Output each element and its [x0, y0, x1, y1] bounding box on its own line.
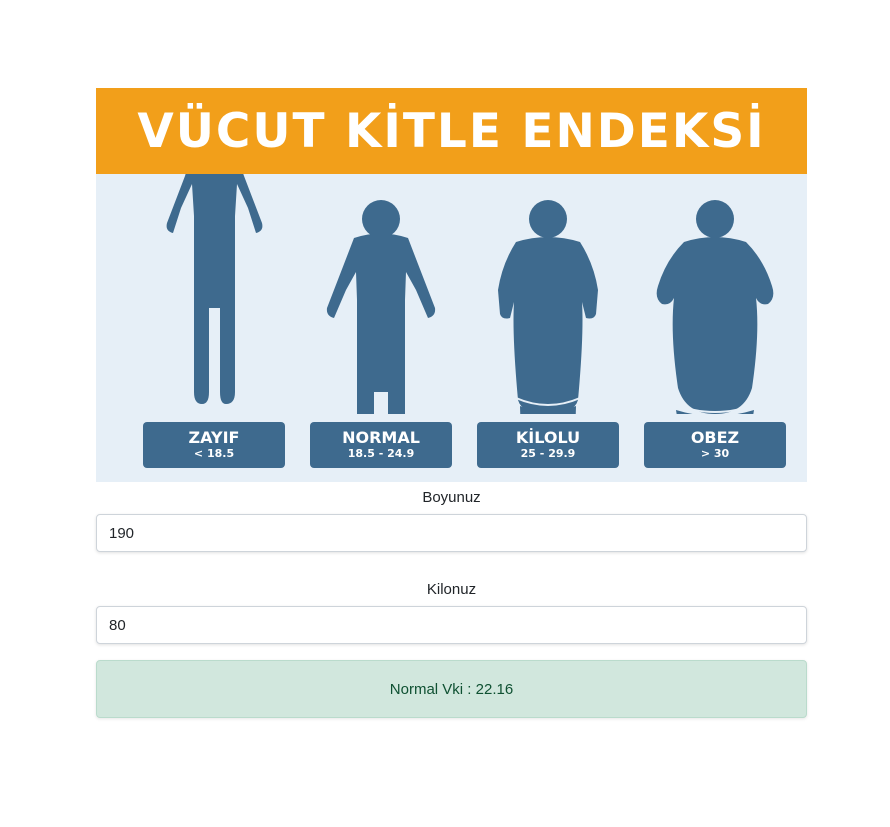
bmi-result-alert: Normal Vki : 22.16: [96, 660, 807, 718]
height-label: Boyunuz: [422, 489, 481, 506]
bmi-result-text: Normal Vki : 22.16: [389, 680, 514, 698]
weight-label: Kilonuz: [426, 581, 477, 598]
normal-figure-icon: [326, 200, 436, 414]
category-name: OBEZ: [690, 428, 740, 447]
category-name: ZAYIF: [188, 428, 240, 447]
bmi-app: VÜCUT KİTLE ENDEKSİ ZAYIF < 18.5 NORMAL …: [96, 88, 807, 718]
overweight-figure-icon: [498, 200, 598, 414]
category-name: NORMAL: [342, 428, 420, 447]
thin-figure-icon: [166, 174, 263, 404]
category-badge-overweight: KİLOLU 25 - 29.9: [477, 422, 619, 468]
category-badge-underweight: ZAYIF < 18.5: [143, 422, 285, 468]
bmi-banner-image: VÜCUT KİTLE ENDEKSİ ZAYIF < 18.5 NORMAL …: [96, 88, 807, 482]
weight-input[interactable]: [96, 606, 807, 644]
body-figures: [166, 174, 774, 414]
banner-header: VÜCUT KİTLE ENDEKSİ: [96, 88, 807, 174]
category-badge-normal: NORMAL 18.5 - 24.9: [310, 422, 452, 468]
category-range: 18.5 - 24.9: [347, 447, 415, 460]
banner-title: VÜCUT KİTLE ENDEKSİ: [137, 103, 766, 159]
category-range: 25 - 29.9: [520, 447, 576, 460]
category-name: KİLOLU: [515, 428, 581, 447]
height-input[interactable]: [96, 514, 807, 552]
category-range: < 18.5: [193, 447, 235, 460]
category-range: > 30: [700, 447, 730, 460]
obese-figure-icon: [656, 200, 774, 414]
category-badge-obese: OBEZ > 30: [644, 422, 786, 468]
